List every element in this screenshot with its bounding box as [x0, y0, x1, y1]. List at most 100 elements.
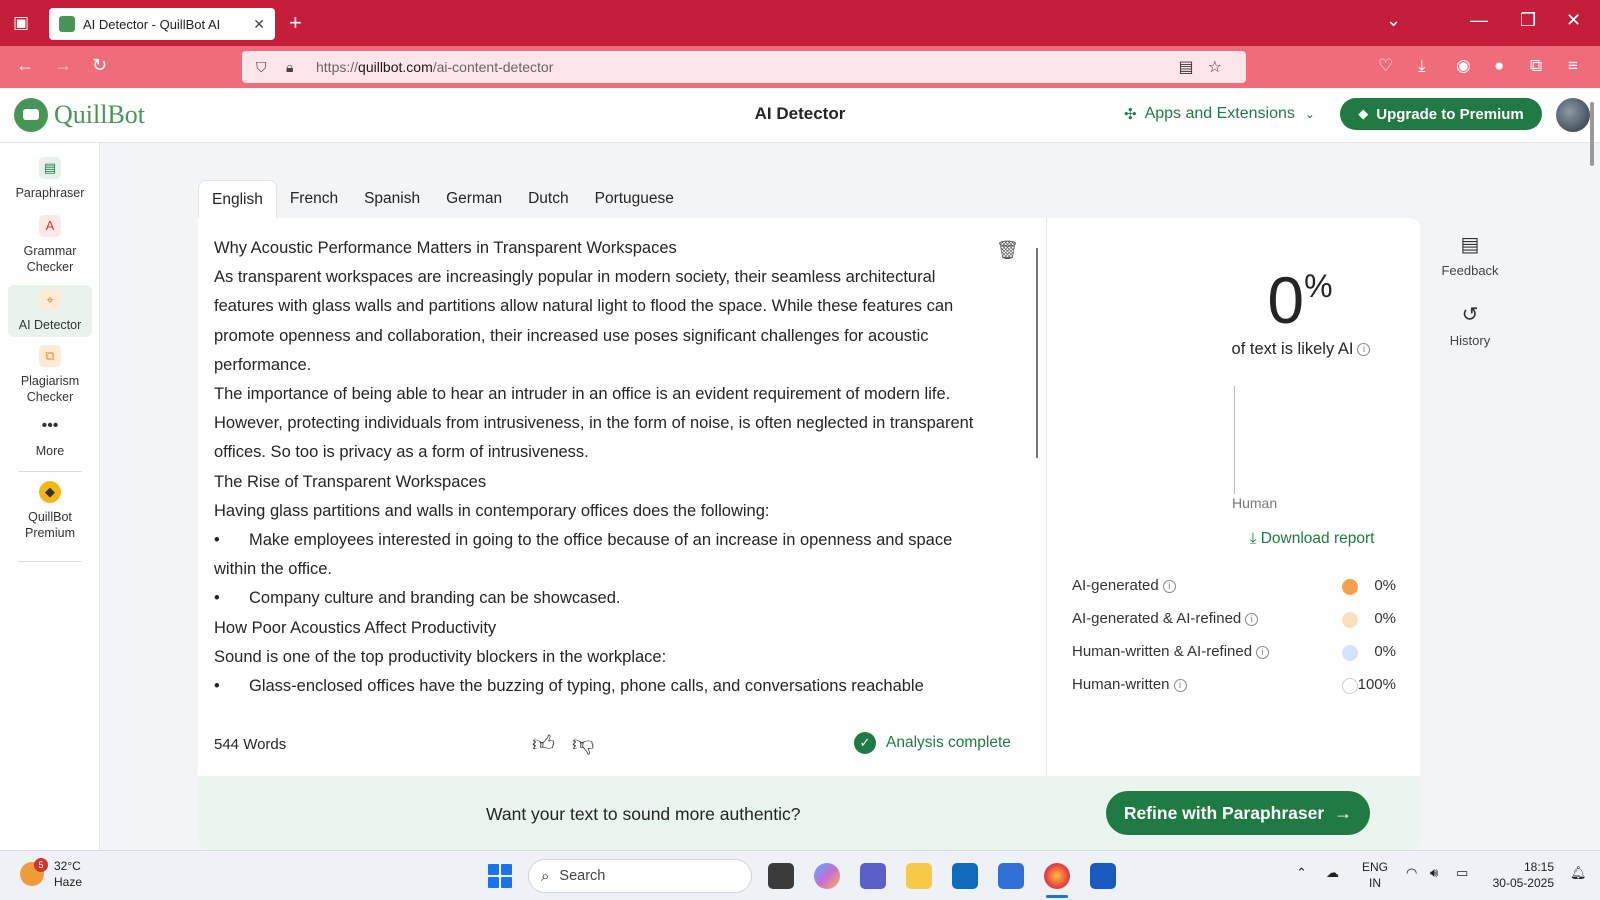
forward-arrow-icon[interactable]: → — [54, 55, 72, 76]
sidebar-item-plagiarism-checker[interactable]: ⧉ Plagiarism Checker — [8, 345, 92, 405]
onedrive-icon[interactable]: ☁ — [1326, 865, 1339, 881]
legend-value: 100% — [1357, 676, 1396, 693]
weather-badge: 5 — [34, 858, 48, 872]
editor-paragraph: Why Acoustic Performance Matters in Tran… — [214, 239, 677, 257]
taskbar-search[interactable]: ⌕ Search — [528, 859, 752, 893]
info-icon[interactable]: i — [1173, 678, 1187, 692]
legend-human-written-ai-refined: Human-written & AI-refined i 0% — [1072, 643, 1396, 661]
download-report-button[interactable]: ⤓ Download report — [1202, 530, 1422, 548]
tray-overflow-icon[interactable]: ⌃ — [1296, 865, 1307, 881]
thumbs-down-icon[interactable]: 👎︎ — [572, 730, 594, 757]
feedback-button[interactable]: ▤ Feedback — [1428, 232, 1512, 278]
clock[interactable]: 18:15 30-05-2025 — [1488, 859, 1554, 891]
paraphraser-icon: ▤ — [39, 157, 61, 179]
weather-widget[interactable]: 5 32°C Haze — [20, 858, 82, 890]
sidebar-item-label: QuillBot Premium — [24, 510, 75, 540]
close-window-button[interactable]: ✕ — [1566, 10, 1581, 31]
info-icon[interactable]: i — [1357, 343, 1371, 357]
left-sidebar: ▤ Paraphraser A Grammar Checker ⌖ AI Det… — [0, 143, 100, 850]
shield-icon[interactable]: ⛉ — [256, 59, 274, 76]
plagiarism-icon: ⧉ — [39, 345, 61, 367]
refine-with-paraphraser-button[interactable]: Refine with Paraphraser → — [1106, 791, 1370, 835]
detector-card: Why Acoustic Performance Matters in Tran… — [198, 218, 1420, 850]
percent-sign: % — [1304, 268, 1333, 304]
word-icon[interactable] — [1090, 863, 1116, 889]
browser-tab-active[interactable]: AI Detector - QuillBot AI ✕ — [49, 8, 275, 40]
panel-divider — [1046, 218, 1047, 776]
gauge-indicator — [1234, 386, 1235, 494]
tab-dutch[interactable]: Dutch — [515, 180, 582, 218]
menu-icon[interactable]: ≡ — [1568, 56, 1578, 76]
wifi-icon[interactable]: ◠ — [1406, 865, 1417, 881]
history-icon: ↺ — [1461, 304, 1479, 326]
new-tab-button[interactable]: + — [289, 10, 302, 36]
copilot-icon[interactable] — [814, 863, 840, 889]
account-icon[interactable]: ◉ — [1456, 56, 1471, 76]
sidebar-item-label: More — [35, 444, 65, 458]
sidebar-item-premium[interactable]: ◆ QuillBot Premium — [8, 481, 92, 541]
outlook-icon[interactable] — [952, 863, 978, 889]
check-circle-icon: ✓ — [854, 732, 876, 754]
tab-french[interactable]: French — [277, 180, 351, 218]
chevron-down-icon: ⌄ — [1304, 107, 1315, 121]
extensions-icon[interactable]: ⧉ — [1530, 56, 1542, 76]
text-editor[interactable]: Why Acoustic Performance Matters in Tran… — [214, 234, 994, 710]
thumbs-up-icon[interactable]: 👍︎ — [532, 730, 555, 757]
pocket-icon[interactable]: ♡ — [1378, 56, 1393, 76]
lock-icon[interactable]: 🔒︎ — [286, 59, 304, 76]
volume-icon[interactable]: 🔊︎ — [1430, 865, 1438, 881]
apps-extensions-menu[interactable]: ✣ Apps and Extensions ⌄ — [1124, 105, 1315, 123]
logo-text: QuillBot — [54, 100, 146, 129]
battery-icon[interactable]: ▭ — [1456, 865, 1468, 881]
reload-icon[interactable]: ↻ — [92, 55, 107, 76]
feedback-label: Feedback — [1441, 263, 1499, 278]
file-explorer-icon[interactable] — [906, 863, 932, 889]
info-icon[interactable]: i — [1245, 612, 1259, 626]
editor-bullet: • Glass-enclosed offices have the buzzing… — [214, 677, 924, 696]
teams-icon[interactable] — [860, 863, 886, 889]
page-scrollbar[interactable] — [1590, 102, 1594, 166]
tab-german[interactable]: German — [433, 180, 515, 218]
editor-scrollbar[interactable] — [1036, 248, 1038, 458]
minimize-window-button[interactable]: — — [1470, 10, 1488, 31]
ai-caption: of text is likely AI i — [1136, 340, 1466, 359]
legend-ai-generated-ai-refined: AI-generated & AI-refined i 0% — [1072, 610, 1396, 628]
info-icon[interactable]: i — [1162, 579, 1176, 593]
sidebar-item-ai-detector[interactable]: ⌖ AI Detector — [8, 285, 92, 337]
language-indicator[interactable]: ENG IN — [1362, 859, 1388, 891]
quillbot-logo[interactable]: QuillBot — [14, 98, 145, 132]
premium-diamond-icon: ◆ — [39, 481, 61, 503]
tab-portuguese[interactable]: Portuguese — [582, 180, 687, 218]
info-icon[interactable]: i — [1256, 645, 1270, 659]
reader-and-bookmark-icons[interactable]: ▤☆ — [1179, 57, 1236, 77]
address-bar[interactable]: ⛉ 🔒︎ https://quillbot.com/ai-content-det… — [242, 51, 1246, 83]
ai-detector-icon: ⌖ — [39, 289, 61, 311]
grammarly-icon[interactable]: ● — [1494, 56, 1504, 76]
grammar-icon: A — [39, 215, 61, 237]
firefox-icon[interactable] — [1044, 863, 1070, 889]
upgrade-premium-button[interactable]: ◆ Upgrade to Premium — [1340, 98, 1542, 130]
download-icon[interactable]: ⤓ — [1418, 56, 1426, 76]
legend-value: 0% — [1374, 643, 1396, 660]
trash-icon[interactable]: 🗑︎ — [996, 240, 1019, 261]
sidebar-item-label: Paraphraser — [15, 186, 85, 200]
editor-bullet: • Company culture and branding can be sho… — [214, 589, 621, 608]
editor-bullet: • Make employees interested in going to t… — [214, 531, 953, 579]
task-view-icon[interactable] — [768, 863, 794, 889]
tab-english[interactable]: English — [198, 180, 277, 218]
restore-window-button[interactable]: ❐ — [1520, 10, 1536, 31]
tab-overflow-chevron-icon[interactable]: ⌄ — [1386, 10, 1401, 31]
tab-list-icon[interactable]: ▣ — [10, 12, 32, 34]
tab-spanish[interactable]: Spanish — [351, 180, 433, 218]
notification-bell-icon[interactable]: 🔔︎ — [1570, 865, 1587, 881]
sidebar-item-paraphraser[interactable]: ▤ Paraphraser — [8, 157, 92, 201]
tab-close-icon[interactable]: ✕ — [253, 16, 265, 33]
sidebar-item-more[interactable]: ••• More — [8, 415, 92, 459]
url-path: /ai-content-detector — [432, 59, 554, 75]
back-arrow-icon[interactable]: ← — [16, 55, 34, 76]
editor-paragraph: The Rise of Transparent Workspaces — [214, 472, 487, 491]
start-button[interactable] — [488, 864, 512, 888]
avatar[interactable] — [1556, 98, 1590, 132]
store-icon[interactable] — [998, 863, 1024, 889]
sidebar-item-grammar-checker[interactable]: A Grammar Checker — [8, 215, 92, 275]
